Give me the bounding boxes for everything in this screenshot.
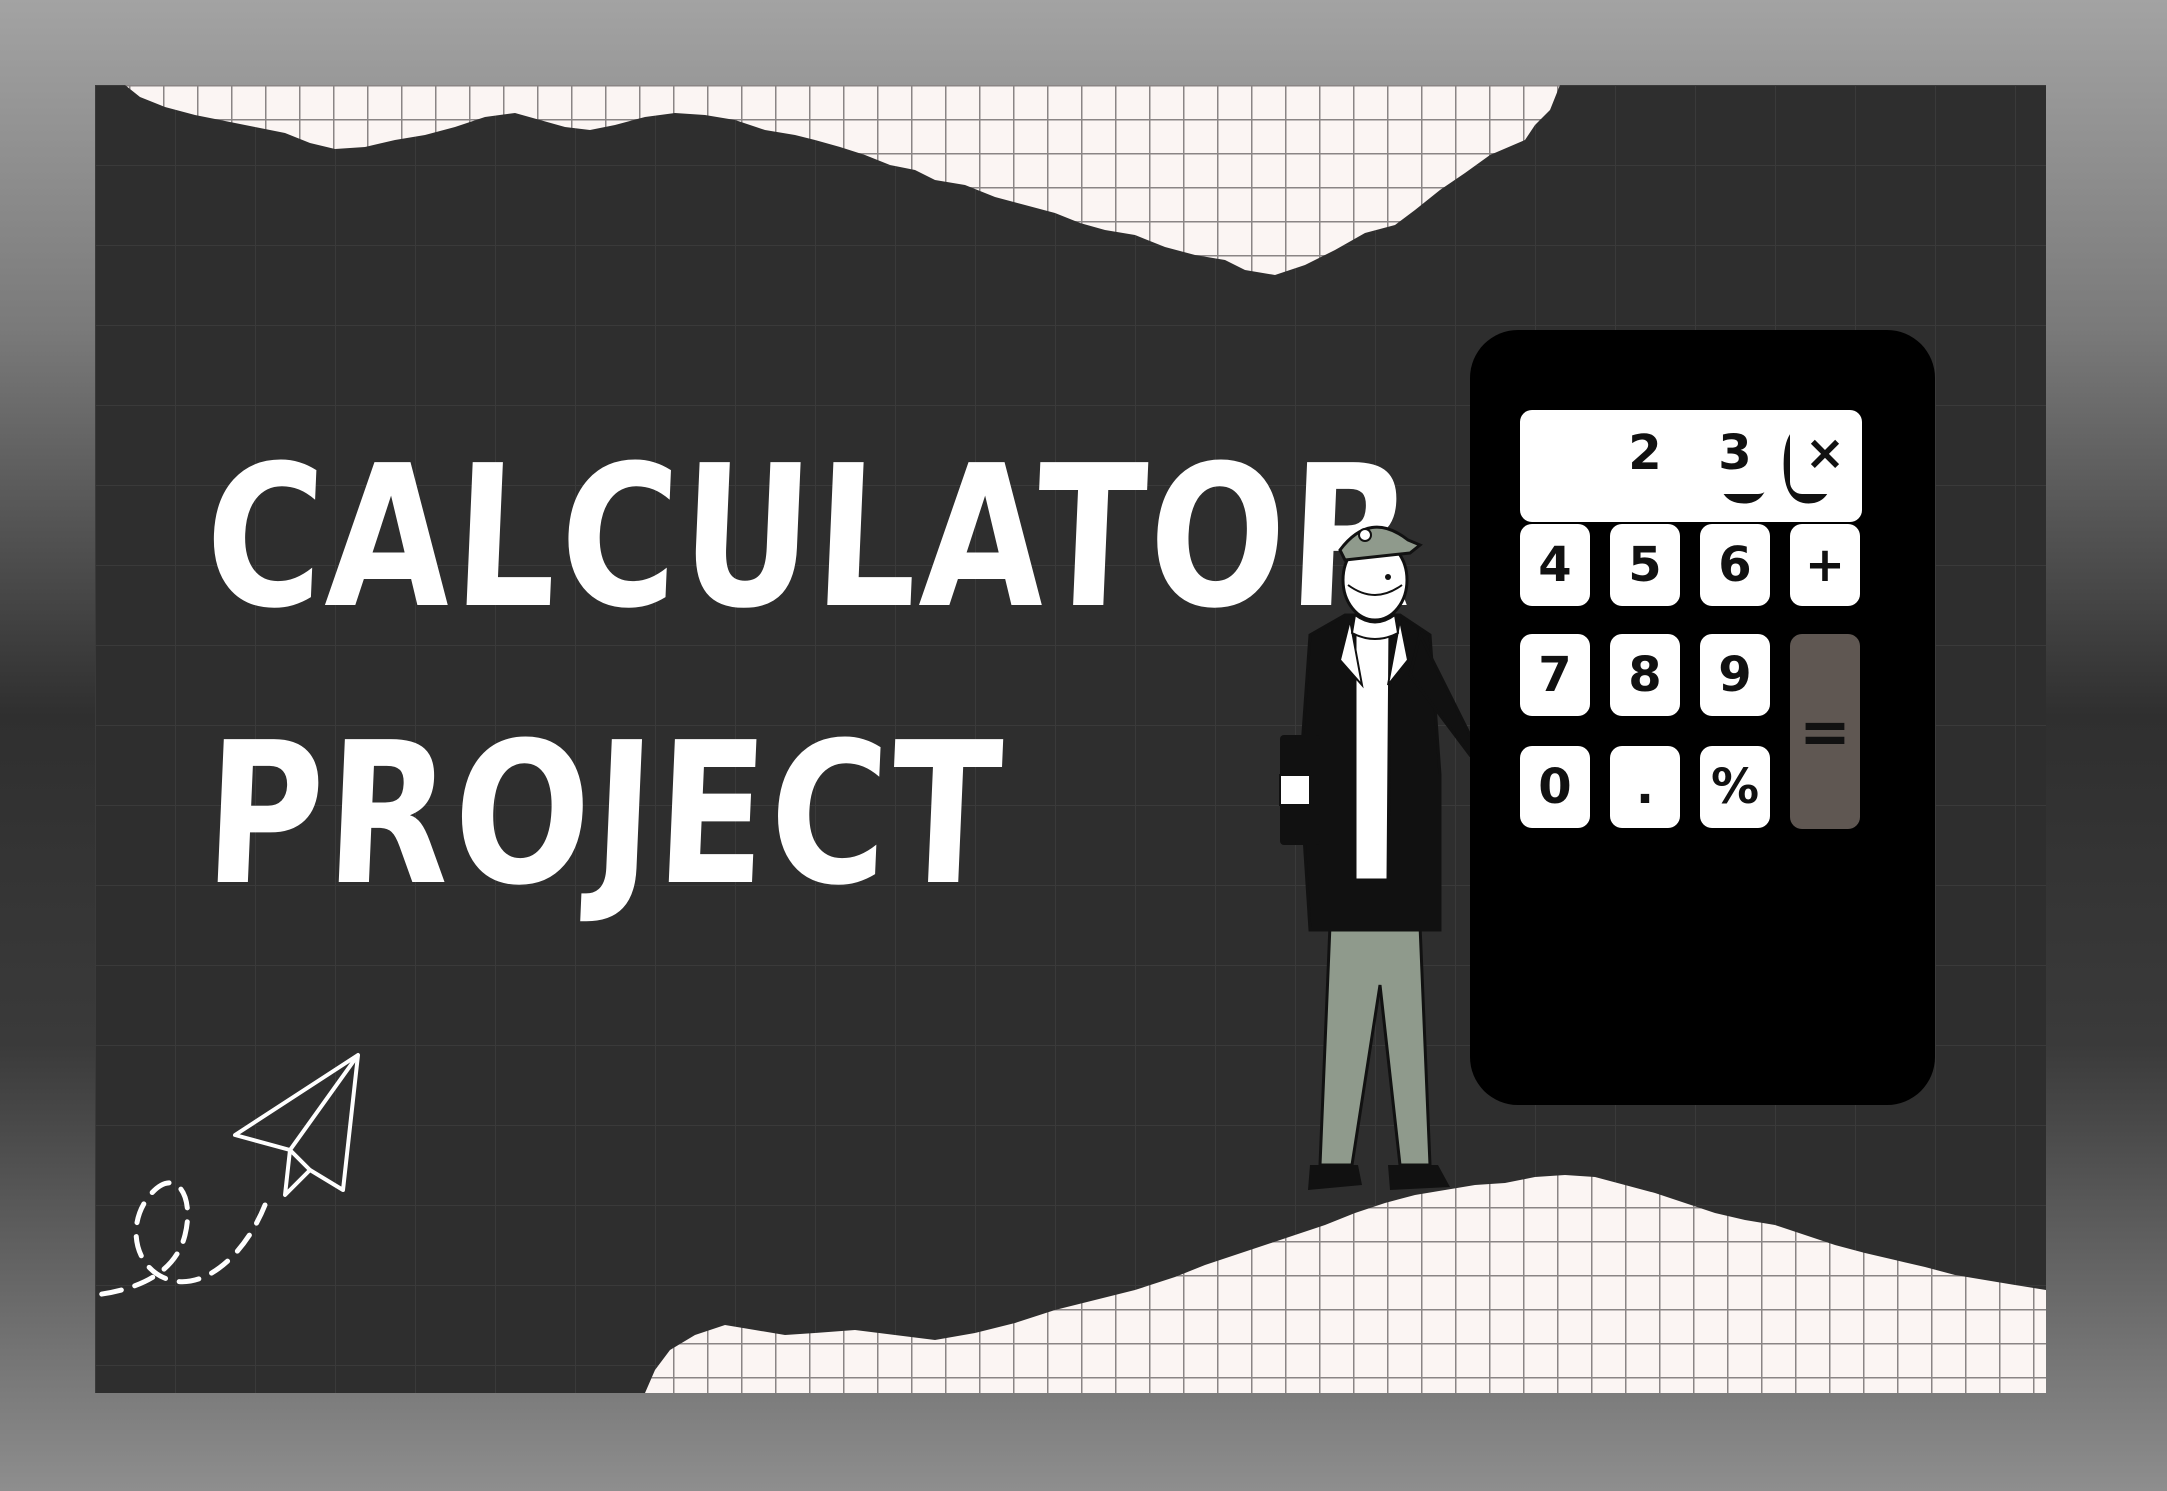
key-5[interactable]: 5 [1610, 524, 1680, 606]
calculator: 60 2 3 × 4 5 6 +7 8 9 0.% = [1470, 330, 1935, 1105]
key-3[interactable]: 3 [1700, 412, 1770, 494]
key-4[interactable]: 4 [1520, 524, 1590, 606]
poster-frame: CALCULATOR PROJECT 60 2 3 × 4 5 6 + 7 8 … [95, 85, 2046, 1393]
key-8[interactable]: 8 [1610, 634, 1680, 716]
key-decimal[interactable]: . [1610, 746, 1680, 828]
title-line-project: PROJECT [200, 701, 1009, 929]
key-equals[interactable]: = [1790, 634, 1860, 829]
key-multiply[interactable]: × [1790, 412, 1860, 494]
key-plus[interactable]: + [1790, 524, 1860, 606]
key-percent[interactable]: % [1700, 746, 1770, 828]
key-7[interactable]: 7 [1520, 634, 1590, 716]
key-0[interactable]: 0 [1520, 746, 1590, 828]
title-line-calculator: CALCULATOR [200, 424, 1422, 652]
key-9[interactable]: 9 [1700, 634, 1770, 716]
key-1-hand-covered[interactable] [1520, 412, 1590, 494]
key-2[interactable]: 2 [1610, 412, 1680, 494]
key-6[interactable]: 6 [1700, 524, 1770, 606]
